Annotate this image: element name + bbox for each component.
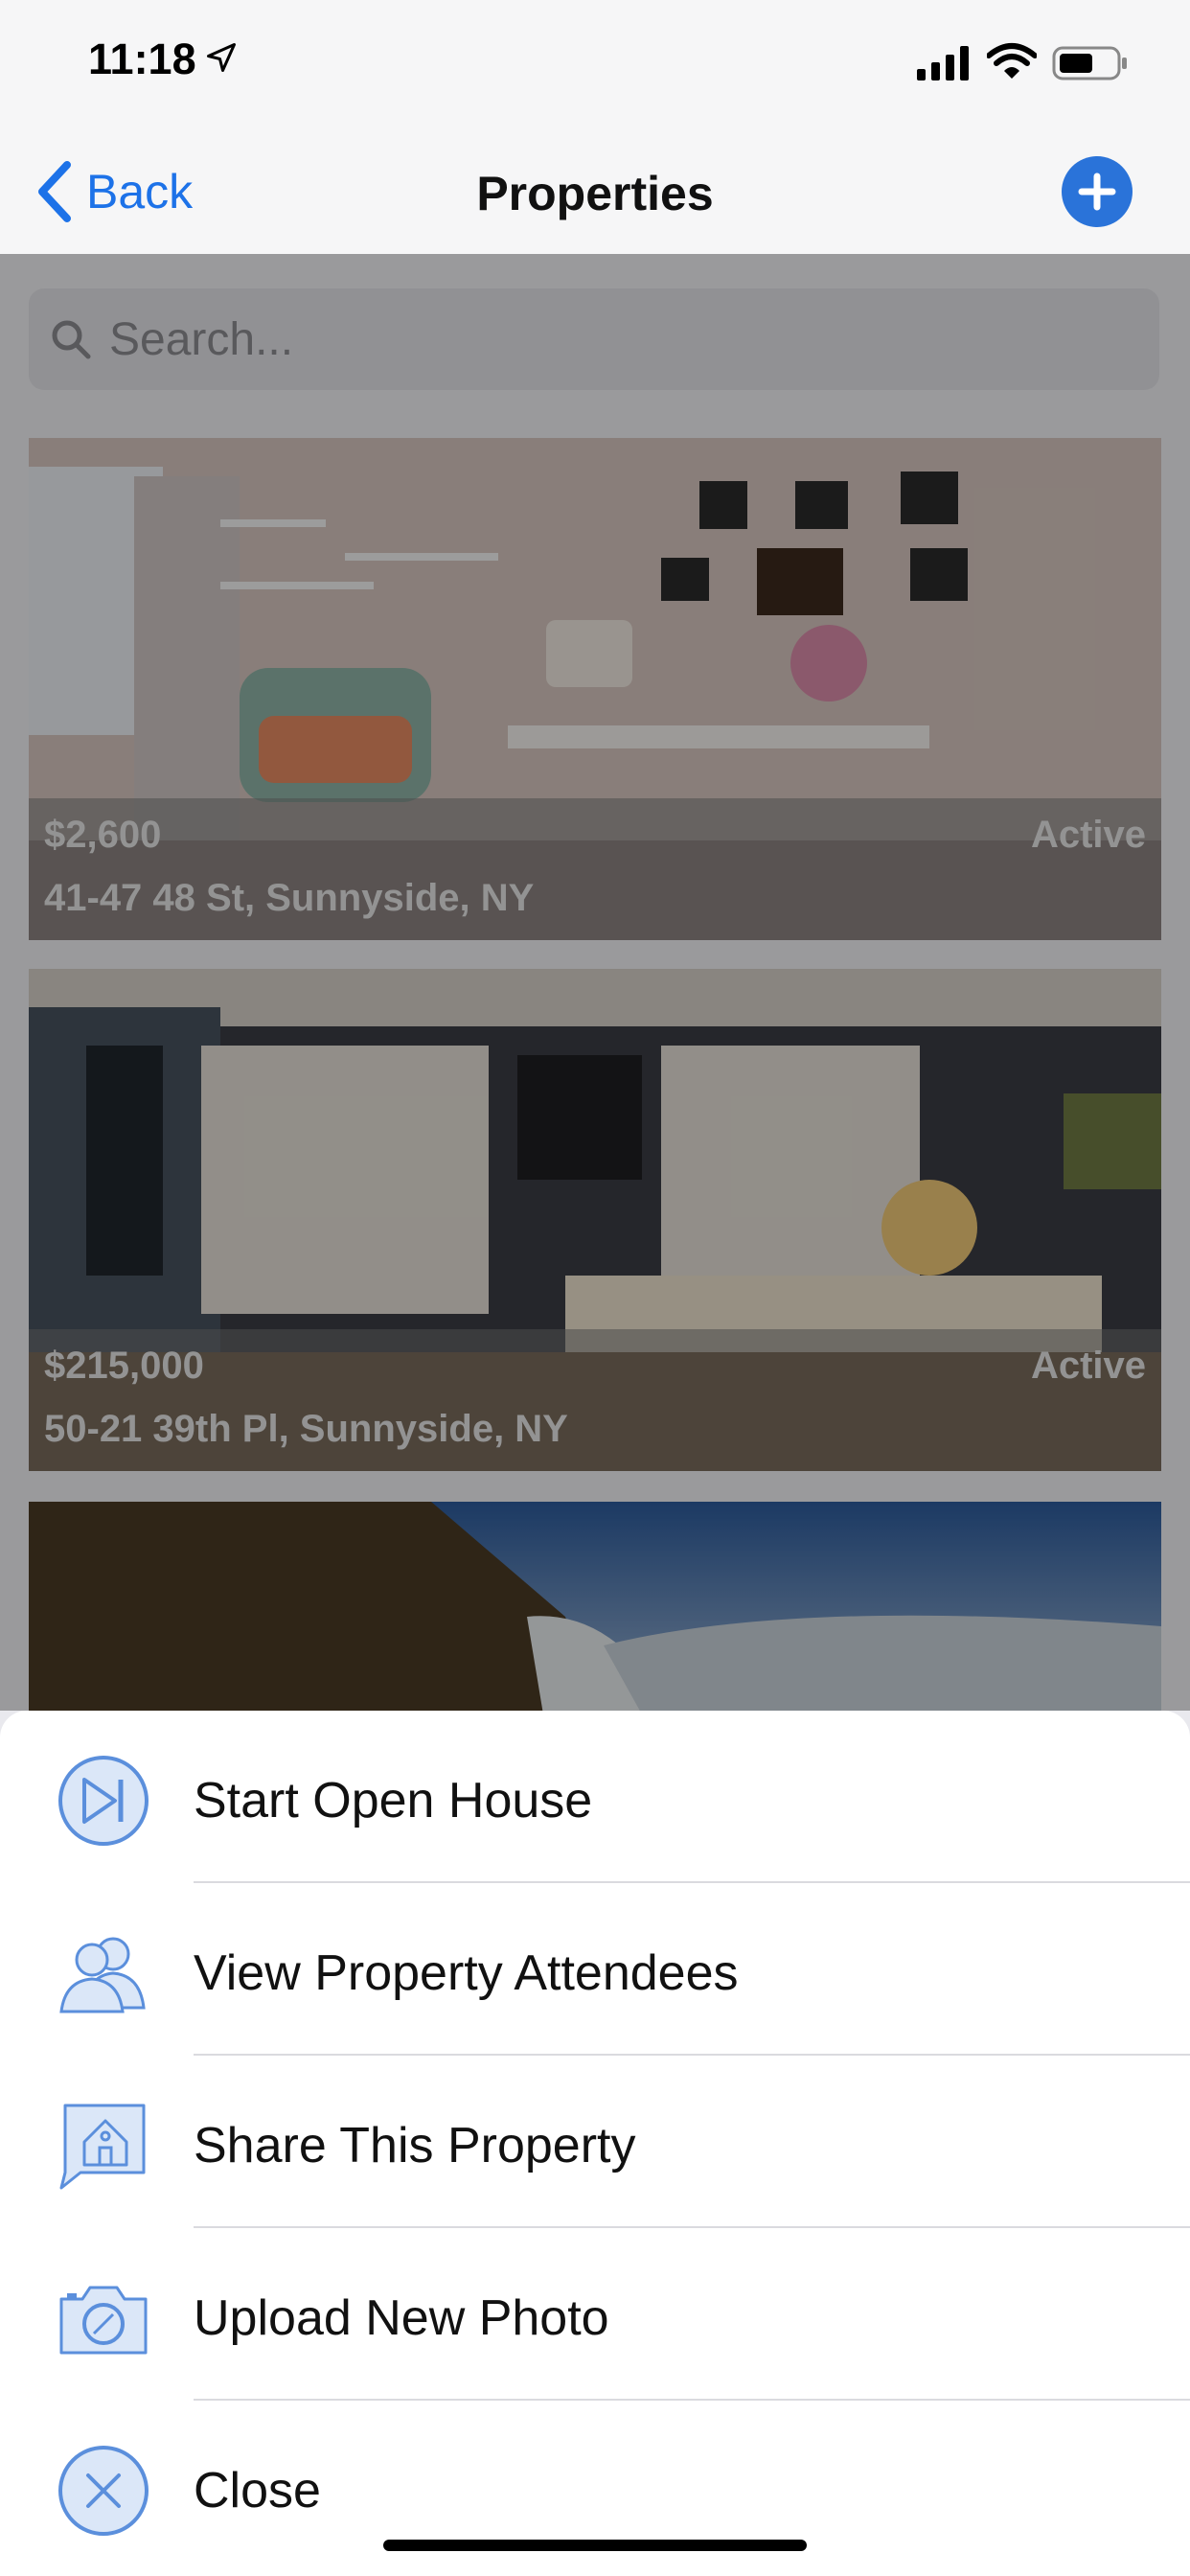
view-attendees-button[interactable]: View Property Attendees (0, 1883, 1190, 2056)
share-house-icon (59, 2104, 146, 2190)
modal-backdrop[interactable] (0, 254, 1190, 1711)
plus-icon (1078, 172, 1116, 211)
action-label: Start Open House (194, 1773, 593, 1828)
play-next-icon (58, 1756, 149, 1846)
action-label: Close (194, 2463, 321, 2518)
cellular-signal-icon (917, 46, 969, 80)
home-indicator[interactable] (383, 2540, 807, 2551)
status-time: 11:18 (88, 34, 196, 83)
add-property-button[interactable] (1062, 156, 1133, 227)
status-bar: 11:18 (0, 0, 1190, 129)
wifi-icon (987, 43, 1037, 79)
close-icon (58, 2446, 149, 2536)
upload-photo-button[interactable]: Upload New Photo (0, 2228, 1190, 2401)
camera-icon (59, 2286, 148, 2355)
action-label: Share This Property (194, 2118, 636, 2174)
start-open-house-button[interactable]: Start Open House (0, 1711, 1190, 1883)
action-sheet: Start Open House View Property Attendees… (0, 1711, 1190, 2576)
location-arrow-icon (207, 43, 236, 72)
action-label: View Property Attendees (194, 1945, 739, 2001)
share-property-button[interactable]: Share This Property (0, 2056, 1190, 2228)
action-label: Upload New Photo (194, 2290, 609, 2346)
battery-icon (1052, 46, 1127, 80)
page-title: Properties (476, 167, 714, 220)
navigation-bar: Back Properties (0, 129, 1190, 255)
people-icon (59, 1937, 146, 2013)
